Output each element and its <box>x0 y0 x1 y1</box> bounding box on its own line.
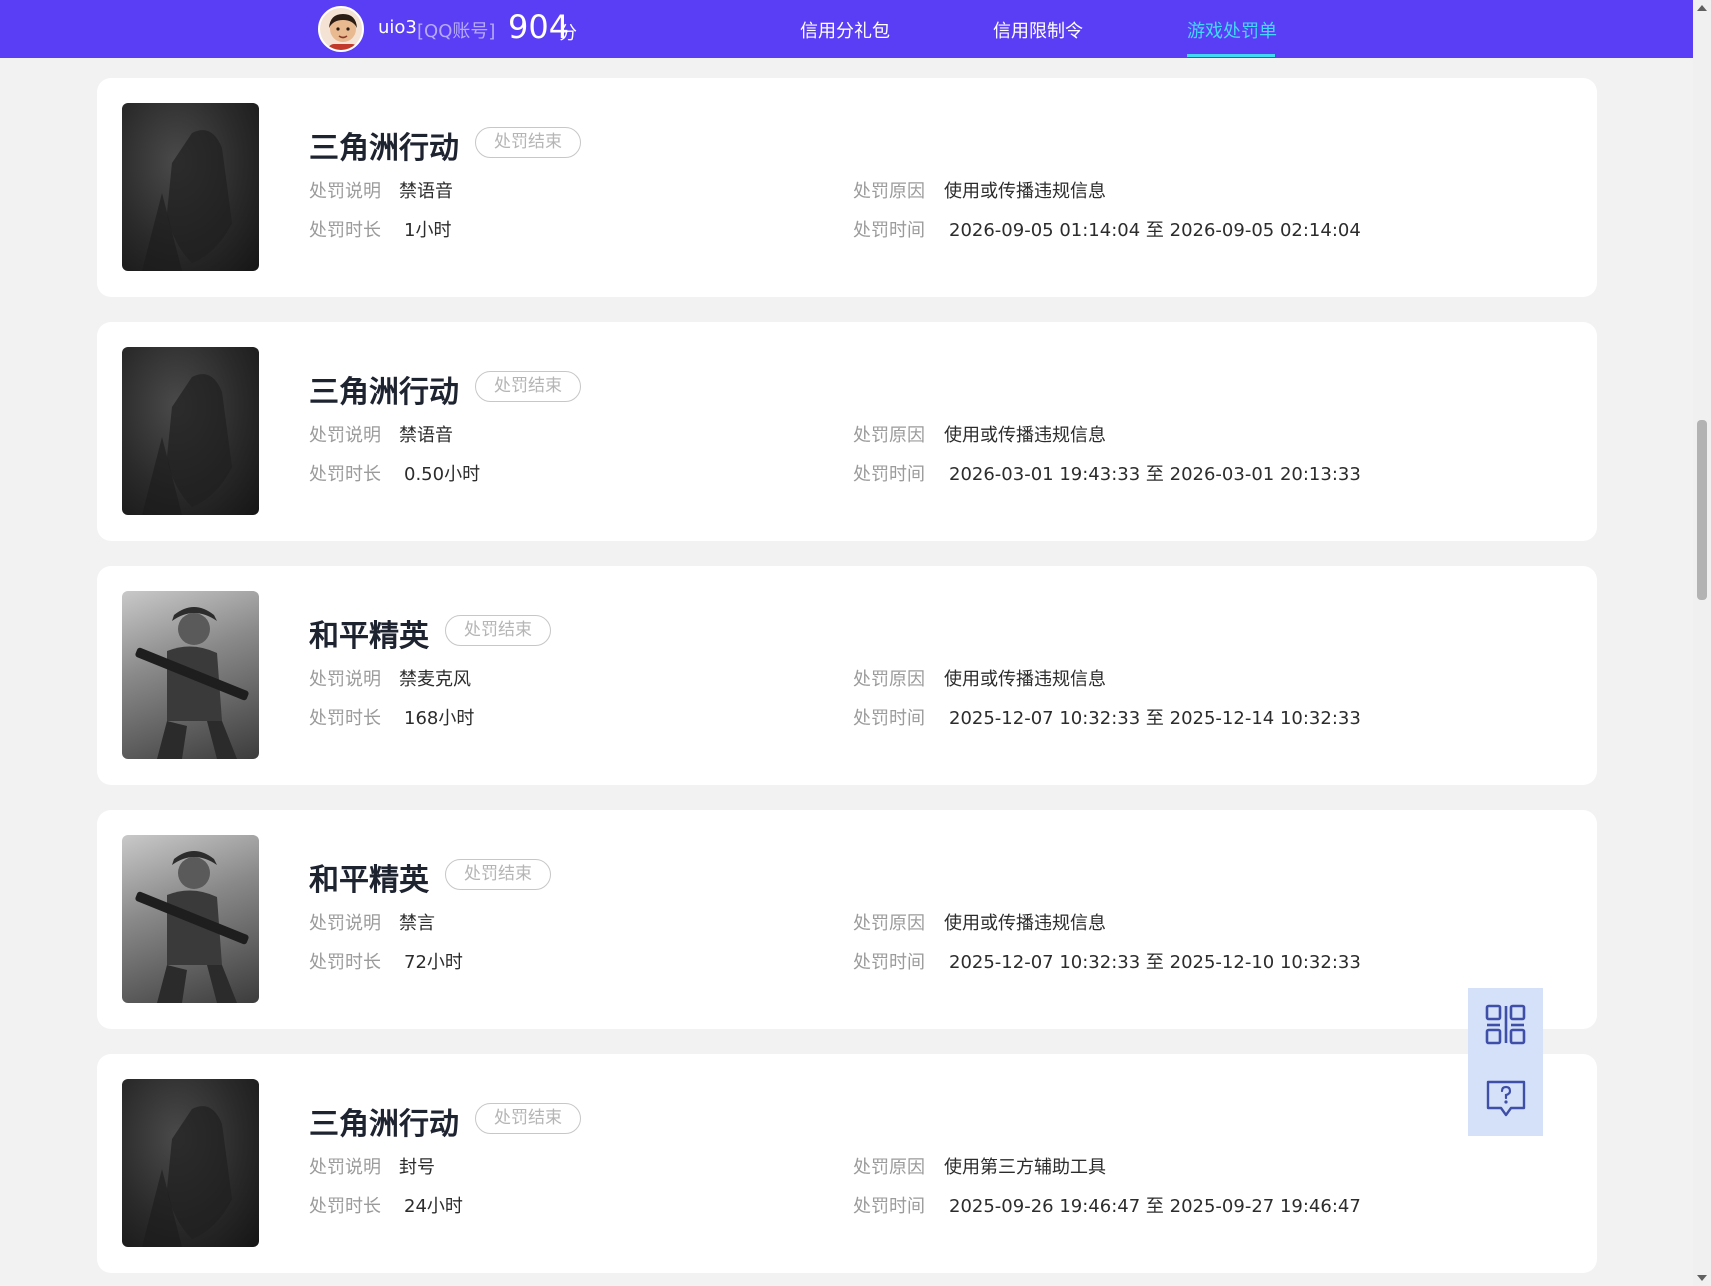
help-feedback-icon <box>1486 1080 1525 1117</box>
time-label: 处罚时间 <box>853 464 925 485</box>
reason-label: 处罚原因 <box>853 425 925 446</box>
duration-label: 处罚时长 <box>309 708 381 729</box>
qr-code-icon <box>1485 1004 1525 1045</box>
help-feedback-button[interactable] <box>1468 1062 1543 1136</box>
desc-label: 处罚说明 <box>309 913 381 934</box>
reason-label: 处罚原因 <box>853 181 925 202</box>
desc-label: 处罚说明 <box>309 181 381 202</box>
scroll-up-icon[interactable] <box>1697 5 1707 11</box>
duration-label: 处罚时长 <box>309 220 381 241</box>
reason-label: 处罚原因 <box>853 913 925 934</box>
game-cover-image <box>122 835 259 1003</box>
time-label: 处罚时间 <box>853 220 925 241</box>
desc-label: 处罚说明 <box>309 1157 381 1178</box>
duration-value: 24小时 <box>404 1196 463 1217</box>
nav-game-penalty[interactable]: 游戏处罚单 <box>1187 17 1277 43</box>
duration-label: 处罚时长 <box>309 952 381 973</box>
game-title: 和平精英 <box>309 863 429 898</box>
nav-credit-gift[interactable]: 信用分礼包 <box>800 17 890 43</box>
status-badge: 处罚结束 <box>475 1103 581 1134</box>
penalty-card: 和平精英 处罚结束 处罚说明 禁言 处罚时长 72小时 处罚原因 使用或传播违规… <box>97 810 1597 1029</box>
scroll-thumb[interactable] <box>1697 420 1707 600</box>
duration-value: 1小时 <box>404 220 452 241</box>
reason-value: 使用或传播违规信息 <box>944 913 1106 934</box>
desc-value: 禁麦克风 <box>399 669 471 690</box>
account-type: [QQ账号] <box>417 21 496 42</box>
desc-value: 封号 <box>399 1157 435 1178</box>
duration-label: 处罚时长 <box>309 1196 381 1217</box>
desc-value: 禁语音 <box>399 425 453 446</box>
vertical-scrollbar[interactable] <box>1693 0 1711 1286</box>
duration-value: 168小时 <box>404 708 475 729</box>
top-bar: uio3 [QQ账号] 904 分 信用分礼包 信用限制令 游戏处罚单 <box>0 0 1693 58</box>
duration-value: 72小时 <box>404 952 463 973</box>
reason-value: 使用或传播违规信息 <box>944 669 1106 690</box>
game-cover-image <box>122 1079 259 1247</box>
status-badge: 处罚结束 <box>475 127 581 158</box>
penalty-card: 三角洲行动 处罚结束 处罚说明 禁语音 处罚时长 0.50小时 处罚原因 使用或… <box>97 322 1597 541</box>
time-value: 2025-12-07 10:32:33 至 2025-12-10 10:32:3… <box>949 952 1361 973</box>
penalty-card: 三角洲行动 处罚结束 处罚说明 禁语音 处罚时长 1小时 处罚原因 使用或传播违… <box>97 78 1597 297</box>
active-tab-indicator <box>1187 54 1275 57</box>
reason-value: 使用或传播违规信息 <box>944 425 1106 446</box>
game-title: 三角洲行动 <box>309 375 459 410</box>
time-value: 2026-03-01 19:43:33 至 2026-03-01 20:13:3… <box>949 464 1361 485</box>
penalty-card: 三角洲行动 处罚结束 处罚说明 封号 处罚时长 24小时 处罚原因 使用第三方辅… <box>97 1054 1597 1273</box>
reason-value: 使用第三方辅助工具 <box>944 1157 1106 1178</box>
status-badge: 处罚结束 <box>475 371 581 402</box>
duration-value: 0.50小时 <box>404 464 481 485</box>
game-cover-image <box>122 103 259 271</box>
score-unit: 分 <box>559 23 577 44</box>
desc-label: 处罚说明 <box>309 425 381 446</box>
reason-label: 处罚原因 <box>853 1157 925 1178</box>
game-title: 三角洲行动 <box>309 1107 459 1142</box>
penalty-card: 和平精英 处罚结束 处罚说明 禁麦克风 处罚时长 168小时 处罚原因 使用或传… <box>97 566 1597 785</box>
game-cover-image <box>122 591 259 759</box>
reason-label: 处罚原因 <box>853 669 925 690</box>
duration-label: 处罚时长 <box>309 464 381 485</box>
time-value: 2025-09-26 19:46:47 至 2025-09-27 19:46:4… <box>949 1196 1361 1217</box>
time-value: 2025-12-07 10:32:33 至 2025-12-14 10:32:3… <box>949 708 1361 729</box>
desc-label: 处罚说明 <box>309 669 381 690</box>
game-title: 和平精英 <box>309 619 429 654</box>
game-title: 三角洲行动 <box>309 131 459 166</box>
avatar[interactable] <box>318 6 364 52</box>
status-badge: 处罚结束 <box>445 859 551 890</box>
username: uio3 <box>378 17 417 38</box>
qr-code-button[interactable] <box>1468 988 1543 1062</box>
nav-credit-restriction[interactable]: 信用限制令 <box>993 17 1083 43</box>
status-badge: 处罚结束 <box>445 615 551 646</box>
time-value: 2026-09-05 01:14:04 至 2026-09-05 02:14:0… <box>949 220 1361 241</box>
scroll-down-icon[interactable] <box>1697 1275 1707 1281</box>
time-label: 处罚时间 <box>853 952 925 973</box>
time-label: 处罚时间 <box>853 1196 925 1217</box>
desc-value: 禁语音 <box>399 181 453 202</box>
game-cover-image <box>122 347 259 515</box>
reason-value: 使用或传播违规信息 <box>944 181 1106 202</box>
time-label: 处罚时间 <box>853 708 925 729</box>
desc-value: 禁言 <box>399 913 435 934</box>
